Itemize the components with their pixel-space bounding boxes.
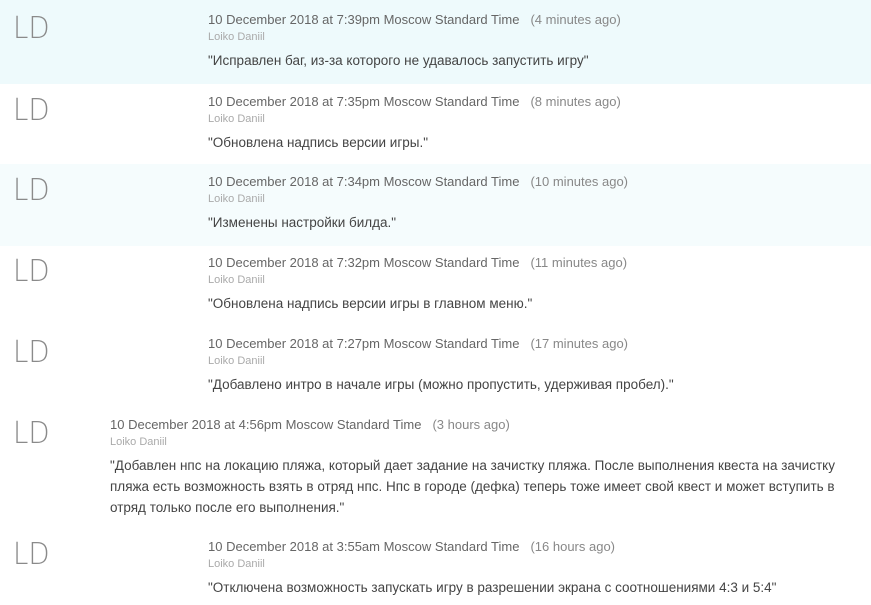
commit-author: Loiko Daniil	[208, 113, 265, 125]
commit-timestamp: 10 December 2018 at 7:35pm Moscow Standa…	[208, 94, 520, 109]
commit-meta: 10 December 2018 at 7:35pm Moscow Standa…	[208, 94, 863, 110]
commit-timestamp: 10 December 2018 at 7:27pm Moscow Standa…	[208, 336, 520, 351]
avatar: LD	[13, 537, 50, 572]
commit-meta: 10 December 2018 at 7:27pm Moscow Standa…	[208, 336, 863, 352]
commit-message: "Исправлен баг, из-за которого не удавал…	[208, 53, 589, 68]
commit-author: Loiko Daniil	[208, 193, 265, 205]
commit-feed: LD 10 December 2018 at 7:39pm Moscow Sta…	[0, 0, 871, 605]
commit-message: "Обновлена надпись версии игры."	[208, 135, 429, 150]
commit-relative-time: (16 hours ago)	[530, 539, 616, 554]
commit-message: "Обновлена надпись версии игры в главном…	[208, 296, 533, 311]
commit-timestamp: 10 December 2018 at 3:55am Moscow Standa…	[208, 539, 520, 554]
commit-meta: 10 December 2018 at 4:56pm Moscow Standa…	[110, 417, 868, 433]
commit-relative-time: (10 minutes ago)	[530, 174, 629, 189]
commit-meta: 10 December 2018 at 3:55am Moscow Standa…	[208, 539, 863, 555]
commit-entry[interactable]: LD 10 December 2018 at 4:56pm Moscow Sta…	[0, 406, 871, 528]
avatar: LD	[13, 416, 50, 451]
commit-relative-time: (11 minutes ago)	[530, 255, 628, 270]
avatar: LD	[13, 11, 50, 46]
avatar: LD	[13, 254, 50, 289]
commit-timestamp: 10 December 2018 at 7:34pm Moscow Standa…	[208, 174, 520, 189]
commit-entry[interactable]: LD 10 December 2018 at 7:39pm Moscow Sta…	[0, 0, 871, 84]
commit-author: Loiko Daniil	[208, 558, 265, 570]
commit-entry[interactable]: LD 10 December 2018 at 7:35pm Moscow Sta…	[0, 84, 871, 164]
commit-entry[interactable]: LD 10 December 2018 at 7:32pm Moscow Sta…	[0, 246, 871, 326]
commit-relative-time: (8 minutes ago)	[530, 94, 621, 109]
commit-message: "Изменены настройки билда."	[208, 215, 397, 230]
commit-author: Loiko Daniil	[110, 436, 167, 448]
avatar: LD	[13, 93, 50, 128]
commit-message: "Добавлено интро в начале игры (можно пр…	[208, 377, 674, 392]
commit-meta: 10 December 2018 at 7:34pm Moscow Standa…	[208, 174, 863, 190]
commit-message: "Отключена возможность запускать игру в …	[208, 580, 777, 595]
commit-relative-time: (17 minutes ago)	[530, 336, 629, 351]
commit-relative-time: (3 hours ago)	[432, 417, 510, 432]
commit-message: "Добавлен нпс на локацию пляжа, который …	[110, 458, 835, 515]
commit-entry[interactable]: LD 10 December 2018 at 7:34pm Moscow Sta…	[0, 164, 871, 246]
commit-author: Loiko Daniil	[208, 355, 265, 367]
commit-author: Loiko Daniil	[208, 31, 265, 43]
avatar: LD	[13, 335, 50, 370]
commit-relative-time: (4 minutes ago)	[530, 12, 621, 27]
avatar: LD	[13, 173, 50, 208]
commit-timestamp: 10 December 2018 at 7:32pm Moscow Standa…	[208, 255, 520, 270]
commit-meta: 10 December 2018 at 7:39pm Moscow Standa…	[208, 12, 863, 28]
commit-entry[interactable]: LD 10 December 2018 at 7:27pm Moscow Sta…	[0, 326, 871, 406]
commit-meta: 10 December 2018 at 7:32pm Moscow Standa…	[208, 255, 863, 271]
commit-timestamp: 10 December 2018 at 7:39pm Moscow Standa…	[208, 12, 520, 27]
commit-entry[interactable]: LD 10 December 2018 at 3:55am Moscow Sta…	[0, 528, 871, 605]
commit-author: Loiko Daniil	[208, 274, 265, 286]
commit-timestamp: 10 December 2018 at 4:56pm Moscow Standa…	[110, 417, 422, 432]
